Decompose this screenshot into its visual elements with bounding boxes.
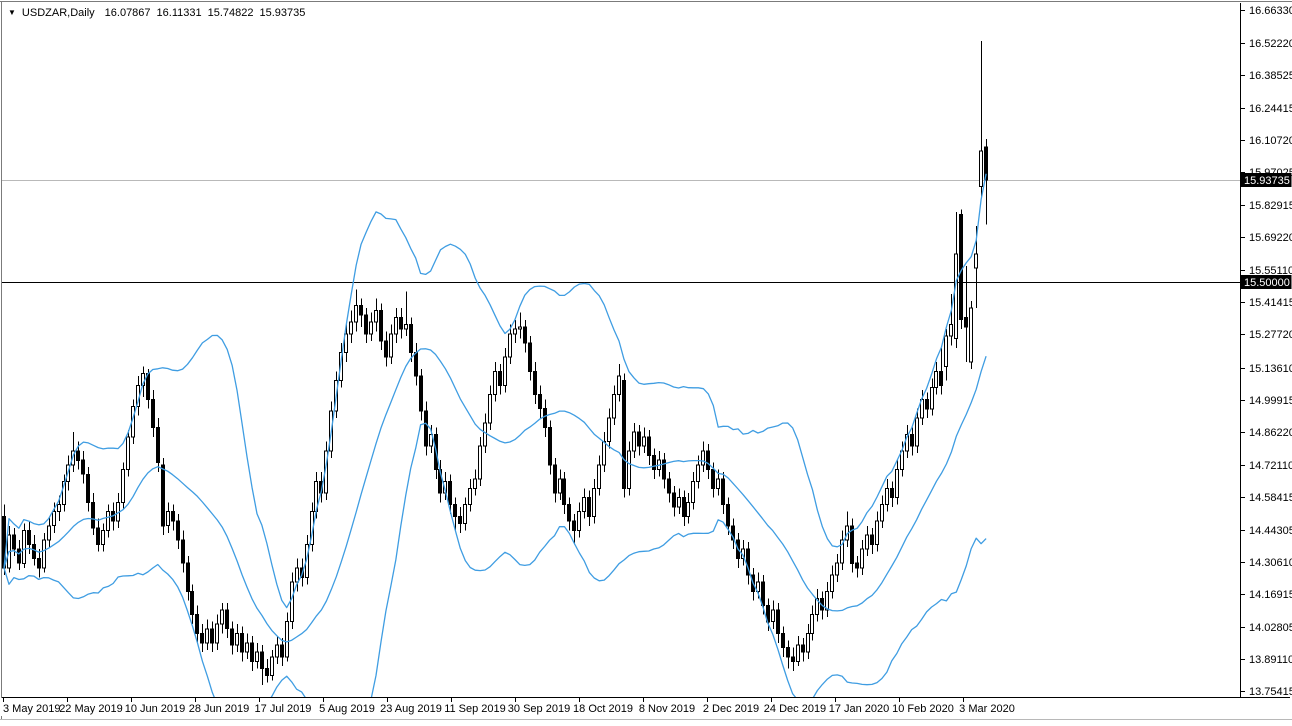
price-tick-label: 16.52220 — [1249, 38, 1292, 50]
date-tick-label: 18 Oct 2019 — [573, 703, 633, 715]
date-tick-label: 10 Feb 2020 — [892, 703, 954, 715]
date-tick-label: 17 Jan 2020 — [829, 703, 890, 715]
date-tick-label: 17 Jul 2019 — [255, 703, 312, 715]
ohlc-open: 16.07867 — [105, 7, 151, 19]
chart-symbol-period: USDZAR,Daily — [22, 7, 95, 19]
price-tick-label: 14.30610 — [1249, 557, 1292, 569]
price-tick-label: 15.41415 — [1249, 297, 1292, 309]
mt4-chart-window: 16.66330 16.52220 16.38525 16.24415 16.10720… — [0, 0, 1292, 726]
price-tick-label: 13.75415 — [1249, 686, 1292, 698]
date-tick-label: 11 Sep 2019 — [444, 703, 506, 715]
date-tick-label: 30 Sep 2019 — [508, 703, 570, 715]
price-tick-label: 15.13610 — [1249, 363, 1292, 375]
svg-text:15.50000: 15.50000 — [1244, 277, 1290, 289]
price-tick-label: 15.82915 — [1249, 200, 1292, 212]
price-tick-label: 14.86220 — [1249, 427, 1292, 439]
price-tick-label: 16.24415 — [1249, 103, 1292, 115]
date-tick-label: 23 Aug 2019 — [380, 703, 442, 715]
symbol-dropdown-icon[interactable]: ▼ — [8, 8, 16, 17]
price-tick-label: 16.66330 — [1249, 5, 1292, 17]
price-tick-label: 16.38525 — [1249, 70, 1292, 82]
price-tick-label: 14.99915 — [1249, 395, 1292, 407]
price-tick-label: 14.16915 — [1249, 589, 1292, 601]
date-tick-label: 8 Nov 2019 — [639, 703, 695, 715]
price-tick-label: 14.02805 — [1249, 622, 1292, 634]
horizontal-line-object-label: 15.50000 — [1241, 275, 1292, 289]
bid-price-label: 15.93735 — [1241, 173, 1292, 187]
date-tick-label: 3 Mar 2020 — [959, 703, 1015, 715]
date-tick-label: 3 May 2019 — [3, 703, 60, 715]
date-tick-label: 22 May 2019 — [59, 703, 123, 715]
ohlc-low: 15.74822 — [208, 7, 254, 19]
price-tick-label: 15.69220 — [1249, 232, 1292, 244]
date-tick-label: 10 Jun 2019 — [125, 703, 186, 715]
price-tick-label: 13.89110 — [1249, 654, 1292, 666]
date-tick-label: 28 Jun 2019 — [189, 703, 250, 715]
price-chart: 16.66330 16.52220 16.38525 16.24415 16.10720… — [0, 0, 1292, 726]
chart-ohlc-info: ▼ USDZAR,Daily 16.07867 16.11331 15.74822 15.… — [8, 6, 311, 20]
date-tick-label: 24 Dec 2019 — [764, 703, 826, 715]
date-tick-label: 5 Aug 2019 — [319, 703, 375, 715]
price-tick-label: 14.72110 — [1249, 460, 1292, 472]
price-tick-label: 14.58415 — [1249, 492, 1292, 504]
ohlc-close: 15.93735 — [260, 7, 306, 19]
price-tick-label: 14.44305 — [1249, 525, 1292, 537]
ohlc-high: 16.11331 — [157, 7, 202, 19]
price-tick-label: 16.10720 — [1249, 135, 1292, 147]
svg-text:15.93735: 15.93735 — [1244, 175, 1290, 187]
price-tick-label: 15.27720 — [1249, 329, 1292, 341]
date-tick-label: 2 Dec 2019 — [703, 703, 759, 715]
